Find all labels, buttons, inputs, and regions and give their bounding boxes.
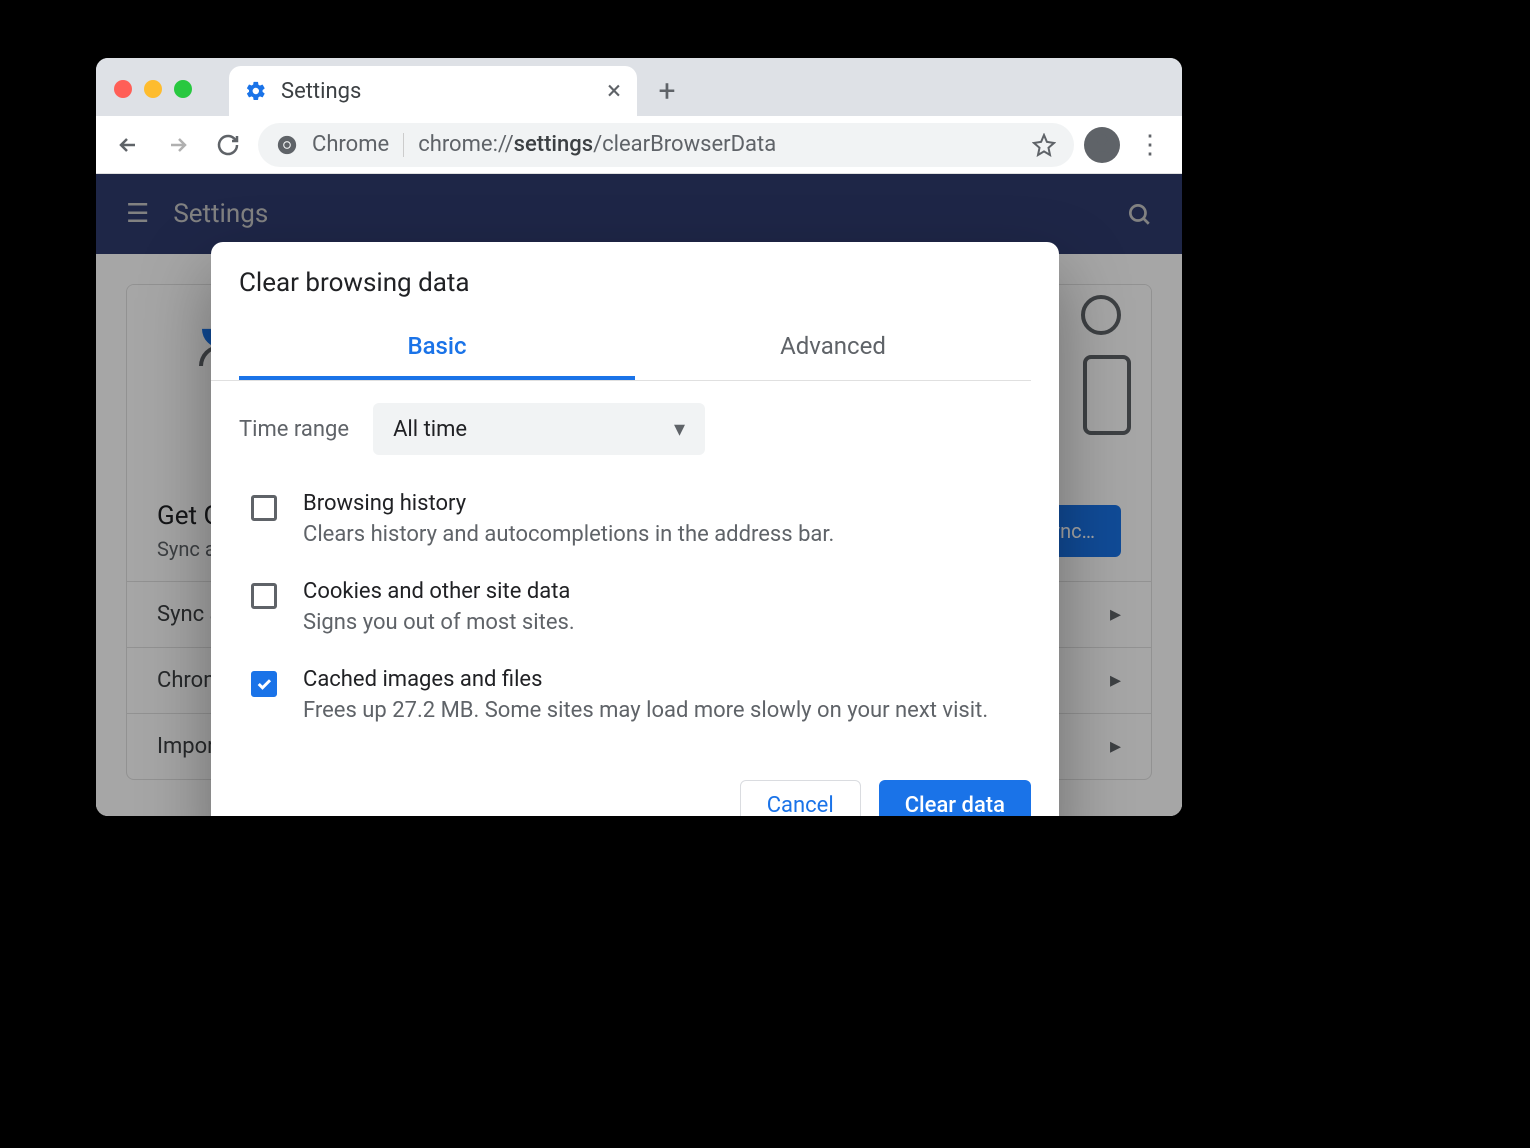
chevron-right-icon: ▸ — [1110, 734, 1121, 759]
checkbox-cookies[interactable] — [251, 583, 277, 609]
new-tab-button[interactable]: + — [637, 66, 697, 116]
profile-avatar-button[interactable] — [1084, 127, 1120, 163]
fullscreen-window-button[interactable] — [174, 80, 192, 98]
browser-tab[interactable]: Settings × — [229, 66, 637, 116]
reload-button[interactable] — [208, 125, 248, 165]
tab-advanced[interactable]: Advanced — [635, 316, 1031, 380]
cancel-button[interactable]: Cancel — [740, 780, 861, 816]
omnibox-separator — [403, 133, 404, 157]
gear-icon — [245, 80, 267, 102]
option-desc: Frees up 27.2 MB. Some sites may load mo… — [303, 696, 988, 727]
checkbox-cache[interactable] — [251, 671, 277, 697]
minimize-window-button[interactable] — [144, 80, 162, 98]
close-tab-icon[interactable]: × — [607, 76, 621, 106]
browser-toolbar: Chrome chrome://settings/clearBrowserDat… — [96, 116, 1182, 174]
app-bar-title: Settings — [173, 199, 268, 229]
clear-data-button[interactable]: Clear data — [879, 780, 1031, 816]
menu-kebab-button[interactable]: ⋮ — [1130, 130, 1170, 160]
option-title: Cached images and files — [303, 667, 988, 692]
close-window-button[interactable] — [114, 80, 132, 98]
omnibox-url: chrome://settings/clearBrowserData — [418, 132, 776, 157]
dropdown-arrow-icon: ▾ — [674, 417, 685, 442]
option-desc: Signs you out of most sites. — [303, 608, 575, 639]
dialog-tabs: Basic Advanced — [211, 316, 1031, 381]
option-desc: Clears history and autocompletions in th… — [303, 520, 834, 551]
omnibox-secure-label: Chrome — [312, 132, 389, 157]
search-icon[interactable] — [1126, 201, 1152, 227]
option-browsing-history[interactable]: Browsing history Clears history and auto… — [211, 477, 1059, 565]
tab-basic[interactable]: Basic — [239, 316, 635, 380]
clear-browsing-data-dialog: Clear browsing data Basic Advanced Time … — [211, 242, 1059, 816]
tab-strip: Settings × + — [96, 58, 1182, 116]
option-title: Cookies and other site data — [303, 579, 575, 604]
checkbox-browsing-history[interactable] — [251, 495, 277, 521]
address-bar[interactable]: Chrome chrome://settings/clearBrowserDat… — [258, 123, 1074, 167]
option-title: Browsing history — [303, 491, 834, 516]
option-cache[interactable]: Cached images and files Frees up 27.2 MB… — [211, 653, 1059, 741]
bookmark-star-icon[interactable] — [1032, 133, 1056, 157]
chevron-right-icon: ▸ — [1110, 668, 1121, 693]
chrome-icon — [276, 134, 298, 156]
time-range-dropdown[interactable]: All time ▾ — [373, 403, 705, 455]
time-range-value: All time — [393, 417, 467, 442]
option-cookies[interactable]: Cookies and other site data Signs you ou… — [211, 565, 1059, 653]
window-traffic-lights — [114, 80, 192, 98]
forward-button[interactable] — [158, 125, 198, 165]
time-range-label: Time range — [239, 417, 349, 442]
back-button[interactable] — [108, 125, 148, 165]
chevron-right-icon: ▸ — [1110, 602, 1121, 627]
tab-title: Settings — [281, 79, 361, 104]
dialog-title: Clear browsing data — [211, 242, 1059, 316]
hamburger-icon[interactable]: ☰ — [126, 199, 149, 229]
